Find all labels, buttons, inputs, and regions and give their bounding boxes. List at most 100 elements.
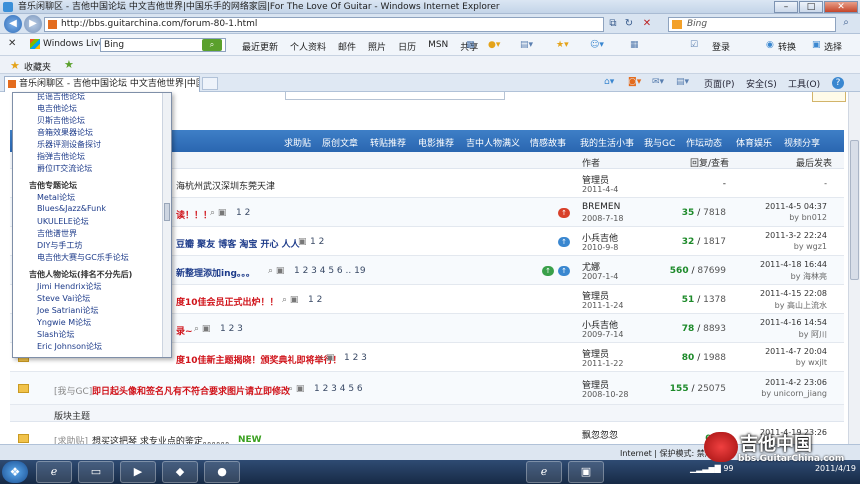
- dropdown-item[interactable]: Eric Johnson论坛: [37, 341, 102, 352]
- dropdown-item[interactable]: UKULELE论坛: [37, 216, 89, 227]
- taskbar-ie-window-icon[interactable]: ℯ: [526, 461, 562, 483]
- search-icon[interactable]: ⌕: [838, 17, 854, 32]
- thread-title[interactable]: 度10佳新主题揭晓！颁奖典礼即将举行！: [176, 353, 342, 366]
- forum-nav-emotion[interactable]: 情感故事: [530, 136, 566, 149]
- forward-button[interactable]: ▶: [24, 15, 42, 33]
- dropdown-item[interactable]: 民谣吉他论坛: [37, 93, 85, 102]
- feeds-icon[interactable]: ◙▾: [628, 77, 641, 87]
- thread-last-by[interactable]: by unicorn_jiang: [740, 389, 827, 398]
- login-link[interactable]: 登录: [712, 40, 730, 53]
- thread-title[interactable]: 读！！！: [176, 208, 212, 221]
- home-icon[interactable]: ⌂▾: [604, 77, 614, 87]
- dropdown-item[interactable]: 爵位IT交流论坛: [37, 163, 92, 174]
- thread-last-by[interactable]: by 高山上流水: [740, 300, 827, 311]
- forum-jump-dropdown[interactable]: 民谣吉他论坛 电吉他论坛 贝斯吉他论坛 音箱效果器论坛 乐器评测设备探讨 指弹吉他论坛 爵位…: [12, 92, 172, 358]
- taskbar-explorer-icon[interactable]: ▭: [78, 461, 114, 483]
- minimize-button[interactable]: –: [774, 1, 798, 13]
- dropdown-item[interactable]: 吉他谱世界: [37, 228, 77, 239]
- dropdown-item[interactable]: 贝斯吉他论坛: [37, 115, 85, 126]
- dropdown-item[interactable]: DIY与手工坊: [37, 240, 82, 251]
- dropdown-item[interactable]: Joe Satriani论坛: [37, 305, 99, 316]
- thread-title[interactable]: 度10佳会员正式出炉！！: [176, 295, 279, 308]
- refresh-icon[interactable]: ↻: [622, 17, 636, 31]
- taskbar-window-icon[interactable]: ▣: [568, 461, 604, 483]
- favorites-star-icon[interactable]: ★: [10, 59, 20, 72]
- compat-view-icon[interactable]: ⧉: [606, 17, 620, 31]
- safety-menu[interactable]: 安全(S): [746, 77, 777, 90]
- dropdown-item[interactable]: 电吉他论坛: [37, 103, 77, 114]
- live-menu-mail[interactable]: 邮件: [332, 40, 362, 53]
- dropdown-item[interactable]: Steve Vai论坛: [37, 293, 90, 304]
- address-input[interactable]: http://bbs.guitarchina.com/forum-80-1.ht…: [44, 17, 604, 32]
- tools-menu[interactable]: 工具(O): [788, 77, 820, 90]
- thread-title[interactable]: 新整理添加ing。。。: [176, 266, 255, 279]
- live-grid-icon[interactable]: ▦: [630, 40, 639, 50]
- add-favorite-icon[interactable]: ★: [64, 58, 74, 71]
- print-icon[interactable]: ▤▾: [676, 77, 689, 87]
- thread-pages[interactable]: 1 2 3: [220, 324, 243, 334]
- taskbar-app-icon[interactable]: ◆: [162, 461, 198, 483]
- taskbar-ie-icon[interactable]: ℯ: [36, 461, 72, 483]
- mail-icon[interactable]: ✉▾: [652, 77, 664, 87]
- select-button[interactable]: 选择: [824, 40, 842, 53]
- taskbar-qq-icon[interactable]: ●: [204, 461, 240, 483]
- dropdown-item[interactable]: Jimi Hendrix论坛: [37, 281, 101, 292]
- live-star-icon[interactable]: ★▾: [556, 40, 569, 50]
- thread-last-by[interactable]: by wxjlt: [740, 358, 827, 367]
- thread-pages[interactable]: 1 2: [308, 295, 322, 305]
- dropdown-item[interactable]: 电吉他大赛与GC乐手论坛: [37, 252, 129, 263]
- page-scrollbar[interactable]: [848, 92, 860, 460]
- windows-live-brand[interactable]: Windows Live: [30, 39, 104, 49]
- forum-nav-help[interactable]: 求助贴: [284, 136, 311, 149]
- dropdown-item[interactable]: 音箱效果器论坛: [37, 127, 93, 138]
- thread-prefix[interactable]: [我与GC]: [54, 384, 92, 397]
- forum-nav-news[interactable]: 作坛动态: [686, 136, 722, 149]
- help-button[interactable]: ?: [832, 77, 844, 89]
- new-tab-button[interactable]: [202, 77, 218, 90]
- forum-nav-original[interactable]: 原创文章: [322, 136, 358, 149]
- thread-title[interactable]: 豆瓣 聚友 博客 淘宝 开心 人人: [176, 237, 300, 250]
- dropdown-scroll-thumb[interactable]: [164, 203, 170, 221]
- live-tool-icon[interactable]: ▦: [466, 40, 475, 50]
- live-user-icon[interactable]: ☺▾: [590, 40, 604, 50]
- thread-title[interactable]: 海杭州武汉深圳东莞天津: [176, 179, 275, 192]
- thread-pages[interactable]: 1 2 3 4 5 6 .. 19: [294, 266, 366, 276]
- thread-title[interactable]: 即日起头像和签名凡有不符合要求图片请立即修改: [92, 384, 290, 397]
- dropdown-item[interactable]: 乐器评测设备探讨: [37, 139, 101, 150]
- forum-nav-video[interactable]: 视频分享: [784, 136, 820, 149]
- close-toolbar-icon[interactable]: ✕: [8, 38, 16, 49]
- tab-current[interactable]: 音乐闲聊区 - 吉他中国论坛 中文吉他世界|中国乐手...: [4, 76, 200, 92]
- dropdown-scrollbar[interactable]: [162, 93, 171, 357]
- live-calendar-icon[interactable]: ▤▾: [520, 40, 533, 50]
- search-input[interactable]: Bing: [668, 17, 836, 32]
- thread-last-by[interactable]: by wgz1: [740, 242, 827, 251]
- convert-button[interactable]: 转换: [778, 40, 796, 53]
- live-menu-recent[interactable]: 最近更新: [236, 40, 284, 53]
- forum-nav-people[interactable]: 吉中人物满义: [466, 136, 520, 149]
- live-menu-photos[interactable]: 照片: [362, 40, 392, 53]
- thread-last-by[interactable]: by 海林亮: [740, 271, 827, 282]
- thread-row[interactable]: [我与GC] 即日起头像和签名凡有不符合要求图片请立即修改 ⌕ ▣ 1 2 3 …: [10, 372, 844, 405]
- favorites-button[interactable]: 收藏夹: [24, 60, 51, 73]
- dropdown-item[interactable]: Yngwie M论坛: [37, 317, 91, 328]
- forum-nav-life[interactable]: 我的生活小事: [580, 136, 634, 149]
- thread-title[interactable]: 录~: [176, 324, 193, 337]
- thread-pages[interactable]: 1 2 3: [344, 353, 367, 363]
- thread-pages[interactable]: 1 2: [236, 208, 250, 218]
- live-menu-profile[interactable]: 个人资料: [284, 40, 332, 53]
- security-zone[interactable]: Internet | 保护模式: 禁用: [620, 448, 713, 459]
- close-button[interactable]: ✕: [824, 1, 858, 13]
- live-menu-msn[interactable]: MSN: [422, 40, 454, 53]
- thread-pages[interactable]: 1 2 3 4 5 6: [314, 384, 363, 394]
- dropdown-item[interactable]: 指弹吉他论坛: [37, 151, 85, 162]
- thread-last-by[interactable]: by 阿川: [740, 329, 827, 340]
- forum-nav-sports[interactable]: 体育娱乐: [736, 136, 772, 149]
- live-menu-calendar[interactable]: 日历: [392, 40, 422, 53]
- dropdown-item[interactable]: Metal论坛: [37, 192, 75, 203]
- dropdown-item[interactable]: Slash论坛: [37, 329, 74, 340]
- dropdown-item[interactable]: Blues&Jazz&Funk: [37, 204, 106, 213]
- thread-author[interactable]: 飘忽忽忽: [582, 428, 618, 441]
- forum-nav-repost[interactable]: 转贴推荐: [370, 136, 406, 149]
- back-button[interactable]: ◀: [4, 15, 22, 33]
- thread-author[interactable]: BREMEN: [582, 202, 620, 212]
